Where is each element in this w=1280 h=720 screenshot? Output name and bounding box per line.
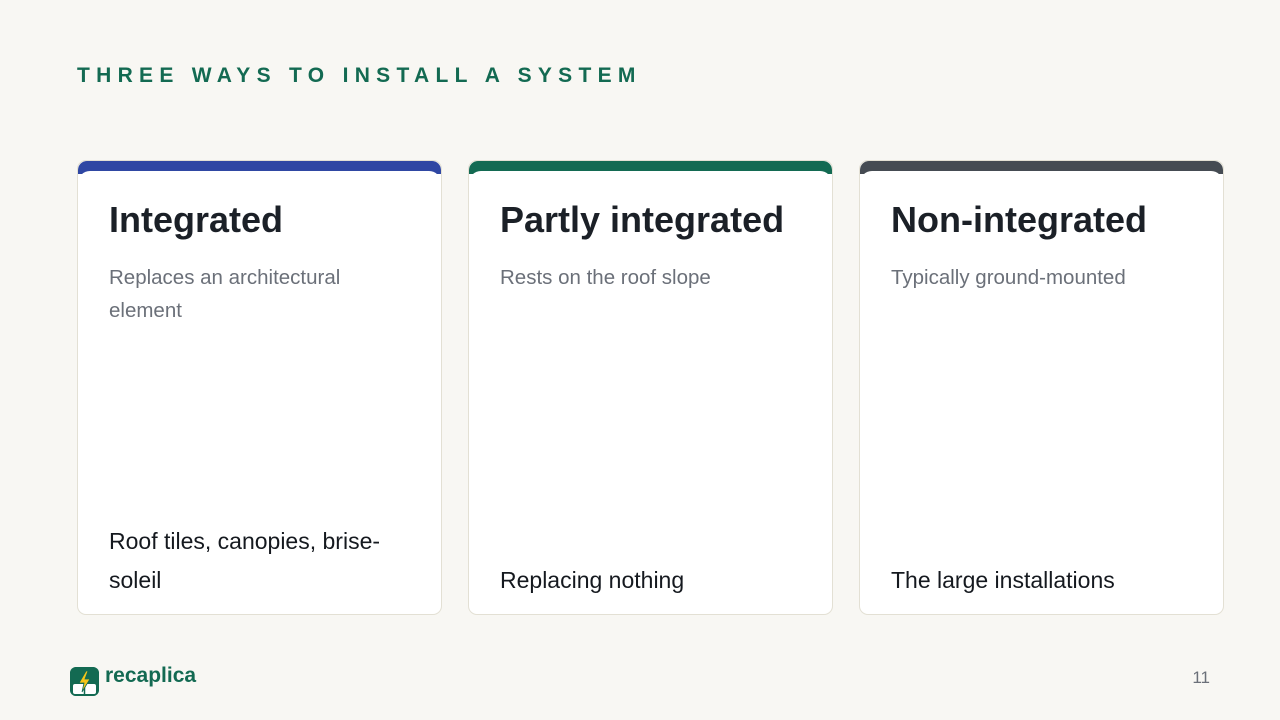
- card-title: Partly integrated: [500, 199, 785, 240]
- card-partly-integrated: Partly integrated Rests on the roof slop…: [468, 160, 833, 615]
- card-title: Non-integrated: [891, 199, 1147, 240]
- slide-eyebrow-title: THREE WAYS TO INSTALL A SYSTEM: [77, 64, 642, 87]
- card-title: Integrated: [109, 199, 284, 240]
- page-number: 11: [1192, 668, 1210, 687]
- card-subtitle: Replaces an architectural element: [109, 266, 341, 322]
- card-accent-bar: [860, 161, 1223, 183]
- card-example: Replacing nothing: [500, 567, 685, 593]
- card-accent-bar: [469, 161, 832, 183]
- card-accent-bar: [78, 161, 441, 183]
- brand-logo: recaplica: [70, 663, 197, 696]
- card-subtitle: Typically ground-mounted: [891, 266, 1126, 289]
- install-types-cards: Integrated Replaces an architectural ele…: [77, 160, 1224, 615]
- card-integrated: Integrated Replaces an architectural ele…: [77, 160, 442, 615]
- card-example: The large installations: [891, 567, 1115, 593]
- brand-name: recaplica: [105, 663, 197, 687]
- card-subtitle: Rests on the roof slope: [500, 266, 711, 289]
- lightning-bolt-icon: [70, 667, 99, 696]
- card-example: Roof tiles, canopies, brise-soleil: [109, 528, 381, 593]
- card-non-integrated: Non-integrated Typically ground-mounted …: [859, 160, 1224, 615]
